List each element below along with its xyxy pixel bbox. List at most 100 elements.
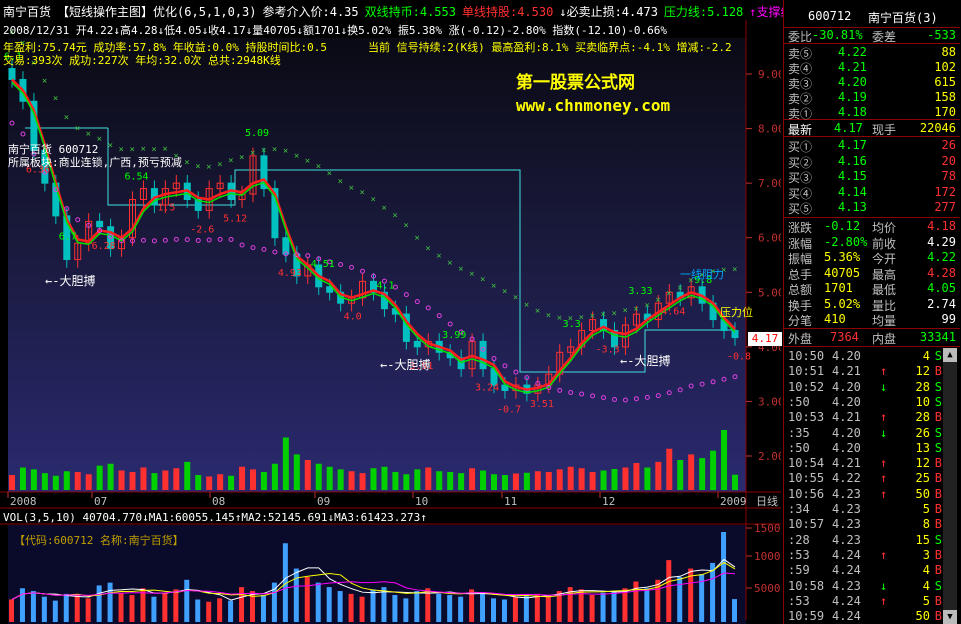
vol-bar-6 [74, 595, 80, 622]
marker-5: 1.5 [157, 203, 175, 214]
cross-mark-28: × [316, 162, 321, 172]
main-chart[interactable]: × × × × × × × × × × × × × × × × × × × × × × × × × × × × × × × × × × × × × × × ×… [0, 0, 781, 624]
candle-body-8 [96, 220, 104, 228]
tick-row-8: 10:55 4.22 ↑ 25 B [788, 471, 942, 486]
vol-bar-55 [611, 590, 617, 622]
vol-bar-27 [304, 577, 310, 622]
y-tick-label-2: 7.00 [758, 177, 781, 190]
vol-bar-17 [195, 599, 201, 622]
marker-9: 4.93 [278, 268, 302, 279]
cross-mark-60: × [666, 289, 671, 299]
cross-mark-3: × [42, 76, 47, 86]
vol-bar-top-31 [348, 471, 355, 490]
vol-bar-47 [523, 596, 529, 622]
vol-bar-61 [677, 577, 683, 622]
vol-bar-18 [206, 601, 212, 622]
marker-20: 3.33 [628, 286, 652, 297]
header-part-0: 南宁百货 [3, 5, 52, 19]
x-label-2: 08 [212, 495, 225, 508]
buy-row-1: 买① 4.17 26 [788, 138, 956, 154]
header-part-1: 【短线操作主图】优化(6,5,1,0,3) [57, 5, 257, 19]
vol-bar-top-9 [107, 463, 114, 490]
tick-row-11: 10:57 4.23 8 B [788, 517, 942, 532]
y-tick-label-3: 6.00 [758, 232, 781, 245]
vol-bar-top-46 [512, 473, 519, 490]
cross-mark-45: × [502, 287, 507, 297]
cross-mark-24: × [272, 145, 277, 155]
vol-bar-15 [173, 589, 179, 622]
vol-bar-top-21 [239, 466, 246, 490]
vol-bar-24 [271, 582, 277, 622]
marker-4: 6.54 [125, 172, 149, 183]
annotation-pressure: 压力位 [720, 306, 753, 319]
cross-mark-44: × [491, 281, 496, 291]
vol-bar-top-65 [721, 430, 728, 490]
tick-row-6: :50 4.20 13 S [788, 440, 942, 455]
y-tick-label-6: 3.00 [758, 395, 781, 408]
stat-row-0: 涨跌 -0.12 均价 4.18 [788, 219, 956, 235]
vol-bar-top-56 [622, 467, 629, 490]
stat-row-3: 总手 40705 最高 4.28 [788, 265, 956, 282]
x-label-0: 2008 [10, 495, 37, 508]
cross-mark-33: × [371, 195, 376, 205]
vol-bar-top-53 [589, 472, 596, 490]
cross-mark-23: × [261, 146, 266, 156]
vol-bar-43 [480, 592, 486, 622]
marker-18: 3.3 [563, 319, 581, 330]
cross-mark-27: × [305, 156, 310, 166]
vol-bar-10 [118, 592, 124, 622]
vol-bar-66 [732, 599, 737, 622]
vol-bar-33 [370, 589, 376, 622]
vol-bar-19 [217, 598, 223, 622]
latest-row: 最新 4.17 现手 22046 [788, 121, 956, 137]
vol-bar-31 [348, 593, 354, 622]
cross-mark-57: × [633, 304, 638, 314]
vol-bar-7 [85, 598, 91, 622]
vol-bar-54 [600, 592, 606, 622]
stat-row-6: 分笔 410 均量 99 [788, 312, 956, 328]
vol-bar-11 [129, 595, 135, 622]
x-label-1: 07 [94, 495, 107, 508]
vol-bar-top-54 [600, 470, 607, 490]
vol-bar-top-10 [118, 470, 125, 490]
annotation-3: ←-大胆搏 [620, 354, 671, 368]
vol-bar-29 [326, 587, 332, 622]
sell-row-5: 卖⑤ 4.22 88 [788, 45, 956, 61]
vol-bar-4 [52, 600, 58, 622]
vol-bar-top-5 [63, 471, 70, 490]
tick-row-3: :50 4.20 10 S [788, 394, 942, 409]
header-part-6: 压力线:5.128 [663, 5, 744, 19]
y-tick-label-7: 2.00 [758, 450, 781, 463]
stat-row-4: 总额 1701 最低 4.05 [788, 281, 956, 297]
quote-panel: 600712 南宁百货(3) 委比 -30.81% 委差 -533 最新 4.1… [783, 0, 961, 624]
vol-bar-top-23 [260, 472, 267, 490]
vol-bar-20 [228, 600, 234, 622]
marker-6: -2.6 [190, 224, 214, 235]
cross-mark-31: × [349, 183, 354, 193]
candle-body-43 [479, 340, 487, 370]
vol-bar-48 [534, 593, 540, 622]
stat-row-2: 振幅 5.36% 今开 4.22 [788, 250, 956, 266]
vol-bar-3 [41, 596, 47, 622]
watermark-title: 第一股票公式网 [516, 73, 635, 93]
vol-bar-top-28 [315, 463, 322, 490]
cross-mark-16: × [184, 158, 189, 168]
header-part-5: ↓必卖止损:4.473 [559, 5, 658, 19]
cross-mark-50: × [557, 313, 562, 323]
vol-bar-top-26 [293, 454, 300, 490]
vol-bar-top-25 [282, 437, 289, 490]
sell-row-3: 卖③ 4.20 615 [788, 75, 956, 91]
vol-bar-top-36 [403, 474, 410, 490]
cross-mark-53: × [590, 311, 595, 321]
annotation-1: ←-大胆搏 [45, 274, 96, 288]
x-label-5: 11 [504, 495, 517, 508]
cross-mark-38: × [425, 244, 430, 254]
vol-bar-top-11 [129, 472, 136, 490]
vol-bar-top-19 [217, 474, 224, 490]
cross-mark-58: × [644, 301, 649, 311]
vol-bar-top-50 [556, 469, 563, 490]
cross-mark-66: × [732, 265, 737, 275]
volume-code-label: 【代码:600712 名称:南宁百货】 [14, 534, 184, 547]
vol-bar-top-49 [545, 472, 552, 490]
cross-mark-18: × [206, 162, 211, 172]
